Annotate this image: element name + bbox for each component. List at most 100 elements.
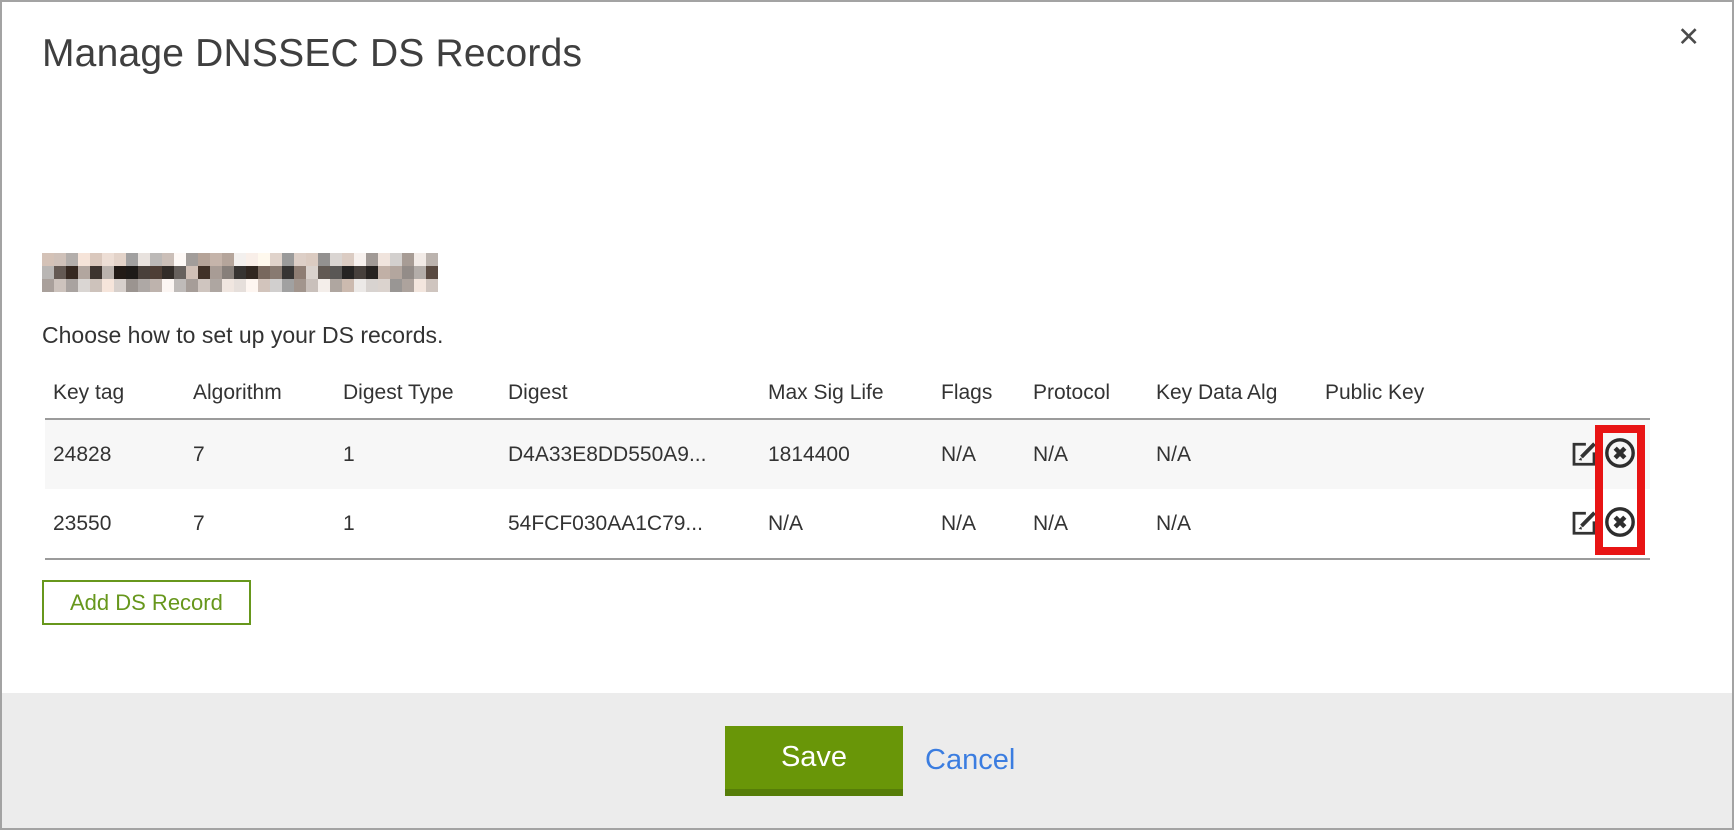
cancel-link[interactable]: Cancel (925, 744, 1015, 777)
redaction-pixel (54, 266, 66, 279)
redaction-pixel (222, 279, 234, 292)
redaction-pixel (90, 266, 102, 279)
col-header-flags: Flags (933, 367, 1025, 419)
redaction-pixel (282, 266, 294, 279)
redaction-pixel (186, 279, 198, 292)
redaction-pixel (102, 253, 114, 266)
delete-record-button[interactable] (1603, 505, 1637, 542)
redaction-pixel (366, 266, 378, 279)
cell-public-key (1317, 489, 1550, 559)
redaction-pixel (258, 253, 270, 266)
redaction-pixel (54, 253, 66, 266)
redaction-pixel (114, 253, 126, 266)
redaction-pixel (306, 279, 318, 292)
redaction-pixel (234, 266, 246, 279)
redaction-pixel (174, 279, 186, 292)
redaction-pixel (78, 253, 90, 266)
redaction-pixel (138, 253, 150, 266)
cell-protocol: N/A (1025, 419, 1148, 489)
redaction-pixel (198, 253, 210, 266)
ds-records-table: Key tag Algorithm Digest Type Digest Max… (45, 367, 1650, 560)
cell-digest: 54FCF030AA1C79... (500, 489, 760, 559)
redaction-pixel (414, 279, 426, 292)
redaction-pixel (210, 266, 222, 279)
redaction-pixel (258, 279, 270, 292)
redaction-pixel (150, 266, 162, 279)
redaction-pixel (234, 279, 246, 292)
redaction-pixel (174, 266, 186, 279)
redaction-pixel (330, 253, 342, 266)
redaction-pixel (390, 266, 402, 279)
redaction-pixel (366, 253, 378, 266)
redaction-pixel (246, 253, 258, 266)
dialog-footer: Save Cancel (2, 693, 1732, 828)
redaction-pixel (126, 253, 138, 266)
instruction-text: Choose how to set up your DS records. (42, 322, 443, 349)
redaction-pixel (426, 279, 438, 292)
redaction-pixel (282, 279, 294, 292)
cell-digest-type: 1 (335, 419, 500, 489)
col-header-max-sig-life: Max Sig Life (760, 367, 933, 419)
redaction-pixel (186, 266, 198, 279)
redaction-pixel (414, 266, 426, 279)
redaction-pixel (102, 279, 114, 292)
save-button[interactable]: Save (725, 726, 903, 796)
redaction-pixel (210, 279, 222, 292)
circle-x-icon (1603, 505, 1637, 542)
redaction-pixel (402, 266, 414, 279)
close-icon[interactable]: ✕ (1677, 24, 1700, 51)
delete-record-button[interactable] (1603, 436, 1637, 473)
redaction-pixel (150, 253, 162, 266)
edit-record-button[interactable] (1569, 438, 1599, 471)
redaction-pixel (114, 279, 126, 292)
redaction-pixel (186, 253, 198, 266)
redaction-pixel (162, 266, 174, 279)
redaction-pixel (294, 253, 306, 266)
redaction-pixel (174, 253, 186, 266)
redaction-pixel (330, 279, 342, 292)
cell-key-data-alg: N/A (1148, 419, 1317, 489)
redaction-pixel (294, 279, 306, 292)
redaction-pixel (342, 266, 354, 279)
col-header-key-data-alg: Key Data Alg (1148, 367, 1317, 419)
redaction-pixel (150, 279, 162, 292)
row-actions (1550, 489, 1650, 559)
redaction-pixel (402, 279, 414, 292)
cell-digest: D4A33E8DD550A9... (500, 419, 760, 489)
redaction-pixel (126, 266, 138, 279)
redaction-pixel (390, 253, 402, 266)
redaction-pixel (198, 266, 210, 279)
col-header-digest: Digest (500, 367, 760, 419)
add-ds-record-button[interactable]: Add DS Record (42, 580, 251, 625)
edit-record-button[interactable] (1569, 507, 1599, 540)
redaction-pixel (354, 253, 366, 266)
redaction-pixel (318, 266, 330, 279)
cell-public-key (1317, 419, 1550, 489)
table-row: 24828 7 1 D4A33E8DD550A9... 1814400 N/A … (45, 419, 1650, 489)
redaction-pixel (366, 279, 378, 292)
redaction-pixel (246, 266, 258, 279)
cell-protocol: N/A (1025, 489, 1148, 559)
cell-digest-type: 1 (335, 489, 500, 559)
redaction-pixel (318, 279, 330, 292)
redaction-pixel (378, 279, 390, 292)
col-header-protocol: Protocol (1025, 367, 1148, 419)
redaction-pixel (90, 253, 102, 266)
table-row: 23550 7 1 54FCF030AA1C79... N/A N/A N/A … (45, 489, 1650, 559)
redaction-pixel (258, 266, 270, 279)
redaction-pixel (330, 266, 342, 279)
redaction-pixel (78, 279, 90, 292)
redaction-pixel (318, 253, 330, 266)
redaction-pixel (162, 253, 174, 266)
redaction-pixel (234, 253, 246, 266)
redaction-pixel (306, 253, 318, 266)
redaction-pixel (378, 253, 390, 266)
col-header-public-key: Public Key (1317, 367, 1550, 419)
cell-algorithm: 7 (185, 489, 335, 559)
redaction-pixel (126, 279, 138, 292)
redaction-pixel (282, 253, 294, 266)
col-header-actions (1550, 367, 1650, 419)
cell-flags: N/A (933, 489, 1025, 559)
redaction-pixel (270, 279, 282, 292)
redaction-pixel (354, 279, 366, 292)
